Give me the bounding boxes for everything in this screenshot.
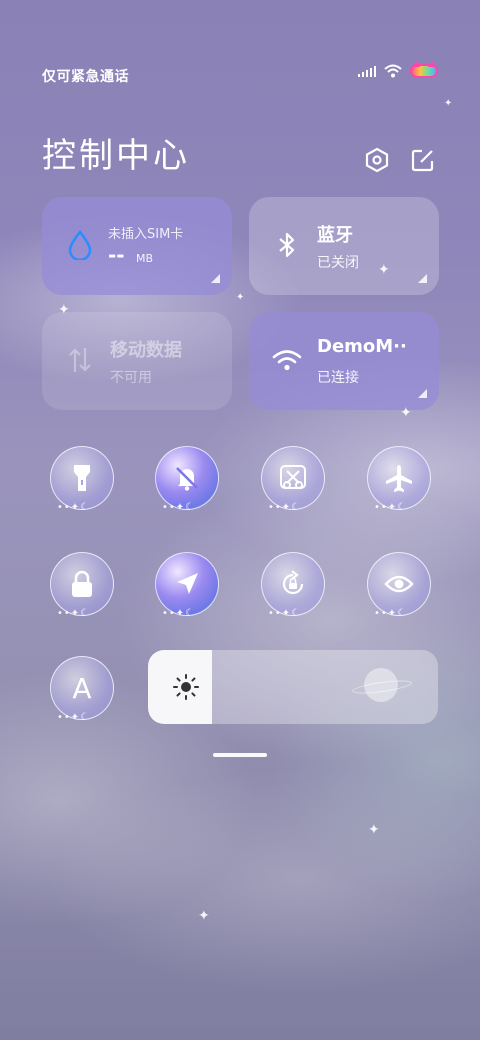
mobile-data-icon	[64, 344, 96, 376]
sparkle-icon: ✦	[236, 292, 245, 303]
toggle-dots: ••✦☾	[57, 712, 91, 723]
wifi-icon	[271, 344, 303, 376]
water-drop-icon	[64, 229, 96, 261]
toggle-dots: ••✦☾	[268, 608, 302, 619]
battery-icon	[410, 61, 438, 78]
status-icons	[358, 61, 438, 78]
toggle-rotation-lock[interactable]	[261, 552, 325, 616]
wifi-card[interactable]: DemoM·· 已连接	[249, 312, 439, 410]
flashlight-icon	[74, 465, 90, 491]
airplane-icon	[386, 465, 412, 492]
settings-button[interactable]	[362, 145, 392, 175]
letter-a-icon: A	[72, 671, 92, 705]
lock-icon	[72, 570, 92, 597]
toggle-airplane[interactable]	[367, 446, 431, 510]
toggle-dots: ••✦☾	[57, 608, 91, 619]
page-title: 控制中心	[42, 136, 190, 176]
sparkle-icon: ✦	[368, 822, 380, 838]
sun-icon	[173, 674, 199, 700]
toggle-location[interactable]	[155, 552, 219, 616]
location-arrow-icon	[177, 573, 198, 594]
bluetooth-icon	[271, 229, 303, 261]
bluetooth-status: 已关闭	[317, 255, 359, 271]
sim-data-card[interactable]: 未插入SIM卡 -- MB	[42, 197, 232, 295]
toggle-dots: ••✦☾	[374, 608, 408, 619]
sparkle-icon: ✦	[198, 908, 210, 924]
toggle-dots: ••✦☾	[268, 502, 302, 513]
status-carrier-text: 仅可紧急通话	[42, 69, 129, 85]
wifi-status: 已连接	[317, 370, 359, 386]
eye-icon	[384, 575, 414, 593]
bluetooth-card[interactable]: 蓝牙 已关闭	[249, 197, 439, 295]
expand-corner-icon	[418, 274, 427, 283]
toggle-dots: ••✦☾	[162, 502, 196, 513]
data-usage-value: --	[108, 243, 125, 267]
sim-label: 未插入SIM卡	[108, 227, 184, 242]
wifi-icon	[384, 64, 402, 78]
sparkle-icon: ✦	[58, 302, 70, 318]
rotation-lock-icon	[282, 570, 304, 595]
toggle-dots: ••✦☾	[374, 502, 408, 513]
bell-off-icon	[176, 467, 198, 491]
scissors-icon	[280, 465, 306, 489]
home-indicator[interactable]	[213, 753, 267, 757]
sparkle-icon: ✦	[444, 98, 453, 109]
toggle-reading-mode[interactable]	[367, 552, 431, 616]
brightness-slider[interactable]	[148, 650, 438, 724]
bluetooth-title: 蓝牙	[317, 225, 353, 246]
toggle-auto-brightness[interactable]: A	[50, 656, 114, 720]
planet-decoration-icon	[364, 668, 398, 702]
edit-icon	[411, 149, 434, 172]
signal-icon	[358, 65, 376, 77]
mobile-data-status: 不可用	[110, 370, 152, 386]
wifi-network-name: DemoM··	[317, 336, 407, 357]
toggle-flashlight[interactable]	[50, 446, 114, 510]
expand-corner-icon	[418, 389, 427, 398]
sparkle-icon: ✦	[400, 405, 412, 421]
expand-corner-icon	[211, 274, 220, 283]
toggle-lock-screen[interactable]	[50, 552, 114, 616]
toggle-screenshot[interactable]	[261, 446, 325, 510]
sparkle-icon: ✦	[378, 262, 390, 278]
hexagon-gear-icon	[365, 147, 389, 173]
edit-button[interactable]	[408, 145, 438, 175]
toggle-dots: ••✦☾	[57, 502, 91, 513]
toggle-dots: ••✦☾	[162, 608, 196, 619]
toggle-silent[interactable]	[155, 446, 219, 510]
data-usage-unit: MB	[136, 252, 154, 265]
mobile-data-card[interactable]: 移动数据 不可用	[42, 312, 232, 410]
mobile-data-title: 移动数据	[110, 340, 182, 361]
